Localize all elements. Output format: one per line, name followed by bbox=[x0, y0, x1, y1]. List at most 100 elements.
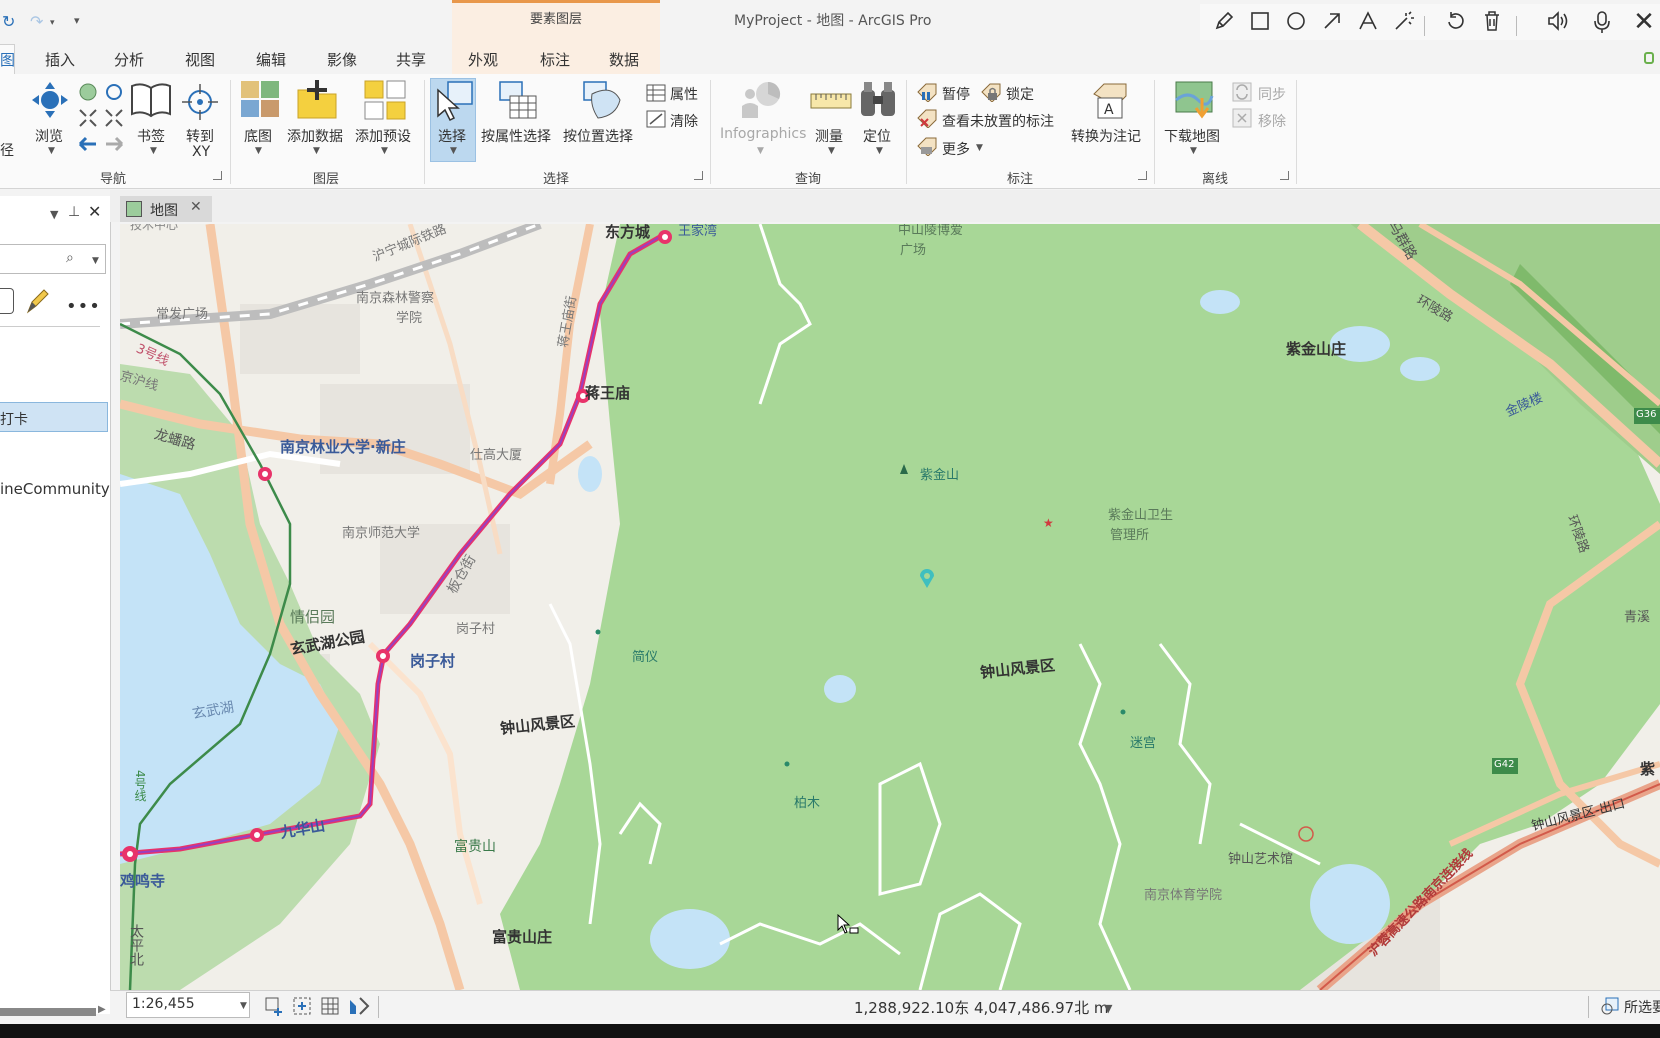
tab-insert[interactable]: 插入 bbox=[45, 49, 75, 70]
add-data-button[interactable]: 添加数据 bbox=[287, 126, 343, 146]
download-map-icon[interactable] bbox=[1174, 80, 1216, 124]
fixed-scale-icon[interactable] bbox=[264, 996, 284, 1020]
redo-dropdown-icon[interactable]: ▾ bbox=[50, 18, 55, 28]
search-icon[interactable]: ⌕ bbox=[66, 250, 74, 266]
basemap-dropdown-icon[interactable]: ▼ bbox=[255, 146, 262, 156]
more-options-icon[interactable]: ••• bbox=[66, 296, 101, 317]
rectangle-icon[interactable] bbox=[1248, 10, 1272, 34]
more-labeling-button[interactable]: 更多 bbox=[942, 139, 970, 159]
sync-button[interactable]: 同步 bbox=[1258, 84, 1286, 104]
add-preset-icon[interactable] bbox=[364, 80, 406, 124]
add-data-dropdown-icon[interactable]: ▼ bbox=[313, 146, 320, 156]
measure-icon[interactable] bbox=[810, 88, 852, 116]
lock-labeling-icon[interactable] bbox=[980, 82, 1002, 106]
locate-dropdown-icon[interactable]: ▼ bbox=[876, 146, 883, 156]
tab-data[interactable]: 数据 bbox=[609, 49, 639, 70]
select-by-attributes-button[interactable]: 按属性选择 bbox=[481, 126, 551, 146]
tab-analysis[interactable]: 分析 bbox=[114, 49, 144, 70]
redo-icon[interactable]: ↷ bbox=[30, 12, 43, 31]
pane-options-icon[interactable]: ▼ bbox=[50, 208, 58, 221]
remove-offline-icon[interactable] bbox=[1232, 108, 1252, 132]
bookmarks-icon[interactable] bbox=[130, 80, 172, 122]
map-tab-close-icon[interactable]: ✕ bbox=[190, 199, 202, 215]
attributes-button[interactable]: 属性 bbox=[670, 84, 698, 104]
labeling-launcher-icon[interactable] bbox=[1138, 171, 1147, 180]
bookmarks-dropdown-icon[interactable]: ▼ bbox=[150, 146, 157, 156]
add-data-icon[interactable] bbox=[296, 80, 338, 124]
goto-xy-button[interactable]: 转到 bbox=[186, 126, 214, 146]
close-icon[interactable]: ✕ bbox=[1632, 9, 1656, 35]
selection-launcher-icon[interactable] bbox=[694, 171, 703, 180]
convert-to-annotation-icon[interactable]: A bbox=[1090, 80, 1130, 124]
pin-icon[interactable]: ⊥ bbox=[68, 204, 80, 220]
goto-xy-button-line2[interactable]: XY bbox=[192, 144, 210, 160]
pencil-icon[interactable] bbox=[1212, 10, 1236, 34]
add-preset-button[interactable]: 添加预设 bbox=[355, 126, 411, 146]
edit-pencil-icon[interactable] bbox=[24, 286, 52, 320]
more-labeling-icon[interactable] bbox=[916, 136, 938, 160]
snapping-icon[interactable] bbox=[348, 996, 370, 1020]
pane-close-icon[interactable]: ✕ bbox=[88, 202, 101, 221]
tab-appearance[interactable]: 外观 bbox=[468, 49, 498, 70]
select-by-location-icon[interactable] bbox=[582, 80, 622, 124]
add-preset-dropdown-icon[interactable]: ▼ bbox=[381, 146, 388, 156]
offline-launcher-icon[interactable] bbox=[1280, 171, 1289, 180]
microphone-icon[interactable] bbox=[1590, 10, 1614, 34]
magic-wand-icon[interactable] bbox=[1392, 10, 1416, 34]
select-by-attributes-icon[interactable] bbox=[498, 80, 538, 124]
clear-selection-icon[interactable] bbox=[646, 110, 666, 132]
measure-button[interactable]: 测量 bbox=[815, 126, 843, 146]
scale-dropdown-icon[interactable]: ▼ bbox=[240, 1001, 247, 1011]
navigate-launcher-icon[interactable] bbox=[213, 171, 222, 180]
infographics-dropdown-icon[interactable]: ▼ bbox=[757, 146, 764, 156]
speaker-icon[interactable] bbox=[1546, 10, 1570, 34]
map-canvas[interactable]: ★ 东方城 王家湾 中山陵博爱 广场 技术中心 沪宁城际铁路 南京森林警察 学院… bbox=[120, 224, 1660, 990]
clear-selection-button[interactable]: 清除 bbox=[670, 111, 698, 131]
pause-labeling-button[interactable]: 暂停 bbox=[942, 84, 970, 104]
selected-features-count[interactable]: 所选要 bbox=[1624, 997, 1660, 1017]
infographics-button[interactable]: Infographics bbox=[720, 126, 806, 142]
undo-icon[interactable] bbox=[1444, 10, 1468, 34]
pane-horizontal-scrollbar[interactable] bbox=[0, 1008, 96, 1016]
lock-labeling-button[interactable]: 锁定 bbox=[1006, 84, 1034, 104]
more-labeling-dropdown-icon[interactable]: ▼ bbox=[976, 143, 983, 153]
selected-features-icon[interactable] bbox=[1600, 996, 1620, 1020]
coordinate-format-dropdown-icon[interactable]: ▼ bbox=[1104, 1002, 1112, 1015]
view-unplaced-icon[interactable] bbox=[916, 108, 938, 132]
layer-item-community[interactable]: ineCommunity bbox=[0, 480, 110, 498]
search-options-icon[interactable]: ▼ bbox=[92, 256, 99, 266]
list-by-drawing-order-icon[interactable] bbox=[0, 288, 14, 314]
tab-edit[interactable]: 编辑 bbox=[256, 49, 286, 70]
notification-icon[interactable] bbox=[1644, 52, 1654, 64]
zoom-tools-icon[interactable] bbox=[76, 80, 126, 160]
arrow-icon[interactable] bbox=[1320, 10, 1344, 34]
select-icon[interactable] bbox=[434, 80, 474, 126]
download-map-dropdown-icon[interactable]: ▼ bbox=[1190, 146, 1197, 156]
tab-map[interactable]: 图 bbox=[0, 49, 15, 70]
fixed-extent-icon[interactable] bbox=[292, 996, 312, 1020]
scroll-right-icon[interactable]: ▶ bbox=[98, 1004, 106, 1015]
redo-quick-icon[interactable]: ↻ bbox=[2, 12, 15, 31]
sync-icon[interactable] bbox=[1232, 82, 1252, 106]
select-dropdown-icon[interactable]: ▼ bbox=[450, 146, 457, 156]
remove-offline-button[interactable]: 移除 bbox=[1258, 111, 1286, 131]
customize-quick-access-icon[interactable]: ▾ bbox=[74, 14, 80, 27]
pause-labeling-icon[interactable] bbox=[916, 82, 938, 106]
grid-icon[interactable] bbox=[320, 996, 340, 1020]
tab-labeling[interactable]: 标注 bbox=[540, 49, 570, 70]
text-icon[interactable] bbox=[1356, 10, 1380, 34]
bookmarks-button[interactable]: 书签 bbox=[137, 126, 165, 146]
tab-imagery[interactable]: 影像 bbox=[327, 49, 357, 70]
select-by-location-button[interactable]: 按位置选择 bbox=[563, 126, 633, 146]
tab-view[interactable]: 视图 bbox=[185, 49, 215, 70]
explore-button[interactable]: 浏览 bbox=[35, 126, 63, 146]
delete-icon[interactable] bbox=[1480, 10, 1504, 34]
locate-button[interactable]: 定位 bbox=[863, 126, 891, 146]
tab-share[interactable]: 共享 bbox=[396, 49, 426, 70]
circle-icon[interactable] bbox=[1284, 10, 1308, 34]
goto-xy-icon[interactable] bbox=[180, 82, 220, 126]
infographics-icon[interactable] bbox=[740, 80, 782, 124]
explore-dropdown-icon[interactable]: ▼ bbox=[48, 146, 55, 156]
select-button[interactable]: 选择 bbox=[438, 126, 466, 146]
convert-to-annotation-button[interactable]: 转换为注记 bbox=[1071, 126, 1141, 146]
